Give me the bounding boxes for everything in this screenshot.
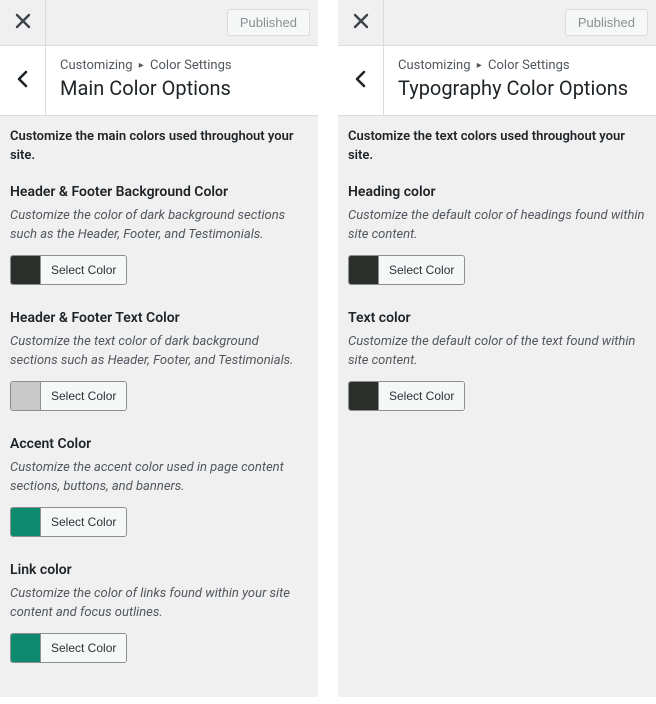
color-swatch	[11, 256, 41, 284]
color-picker[interactable]: Select Color	[10, 255, 127, 285]
header-text: Customizing ▸ Color Settings Typography …	[384, 46, 656, 115]
close-icon	[353, 13, 369, 33]
panel-content: Customize the text colors used throughou…	[338, 116, 656, 452]
control-description: Customize the color of dark background s…	[10, 206, 308, 245]
color-swatch	[349, 256, 379, 284]
close-icon	[15, 13, 31, 33]
select-color-button[interactable]: Select Color	[41, 256, 126, 284]
close-button[interactable]	[338, 0, 384, 46]
control-label: Header & Footer Background Color	[10, 184, 308, 200]
control-label: Link color	[10, 562, 308, 578]
customizer-panel-main-colors: Published Customizing ▸ Color Settings M…	[0, 0, 318, 697]
panel-content: Customize the main colors used throughou…	[0, 116, 318, 704]
control-header-footer-bg: Header & Footer Background Color Customi…	[10, 184, 308, 288]
color-picker[interactable]: Select Color	[10, 381, 127, 411]
control-description: Customize the accent color used in page …	[10, 458, 308, 497]
section-header: Customizing ▸ Color Settings Typography …	[338, 46, 656, 116]
back-button[interactable]	[0, 46, 46, 115]
close-button[interactable]	[0, 0, 46, 46]
color-picker[interactable]: Select Color	[348, 255, 465, 285]
published-button[interactable]: Published	[227, 9, 310, 36]
intro-text: Customize the main colors used throughou…	[10, 128, 308, 166]
control-label: Header & Footer Text Color	[10, 310, 308, 326]
select-color-button[interactable]: Select Color	[41, 382, 126, 410]
color-picker[interactable]: Select Color	[10, 507, 127, 537]
control-description: Customize the default color of headings …	[348, 206, 646, 245]
color-picker[interactable]: Select Color	[10, 633, 127, 663]
control-accent-color: Accent Color Customize the accent color …	[10, 436, 308, 540]
chevron-left-icon	[353, 70, 369, 92]
control-label: Heading color	[348, 184, 646, 200]
intro-text: Customize the text colors used throughou…	[348, 128, 646, 166]
control-description: Customize the color of links found withi…	[10, 584, 308, 623]
color-swatch	[11, 508, 41, 536]
published-button[interactable]: Published	[565, 9, 648, 36]
color-swatch	[349, 382, 379, 410]
breadcrumb-prefix: Customizing	[60, 58, 133, 73]
control-text-color: Text color Customize the default color o…	[348, 310, 646, 414]
back-button[interactable]	[338, 46, 384, 115]
breadcrumb-prefix: Customizing	[398, 58, 471, 73]
customizer-panel-typography-colors: Published Customizing ▸ Color Settings T…	[338, 0, 656, 697]
select-color-button[interactable]: Select Color	[41, 508, 126, 536]
control-label: Accent Color	[10, 436, 308, 452]
page-title: Main Color Options	[60, 75, 304, 101]
header-text: Customizing ▸ Color Settings Main Color …	[46, 46, 318, 115]
breadcrumb: Customizing ▸ Color Settings	[60, 58, 304, 73]
control-link-color: Link color Customize the color of links …	[10, 562, 308, 666]
control-heading-color: Heading color Customize the default colo…	[348, 184, 646, 288]
color-swatch	[11, 382, 41, 410]
breadcrumb-separator-icon: ▸	[477, 60, 482, 71]
topbar: Published	[338, 0, 656, 46]
control-description: Customize the default color of the text …	[348, 332, 646, 371]
breadcrumb: Customizing ▸ Color Settings	[398, 58, 642, 73]
breadcrumb-section: Color Settings	[488, 58, 570, 73]
section-header: Customizing ▸ Color Settings Main Color …	[0, 46, 318, 116]
select-color-button[interactable]: Select Color	[41, 634, 126, 662]
breadcrumb-section: Color Settings	[150, 58, 232, 73]
color-swatch	[11, 634, 41, 662]
color-picker[interactable]: Select Color	[348, 381, 465, 411]
breadcrumb-separator-icon: ▸	[139, 60, 144, 71]
topbar: Published	[0, 0, 318, 46]
select-color-button[interactable]: Select Color	[379, 382, 464, 410]
chevron-left-icon	[15, 70, 31, 92]
control-header-footer-text: Header & Footer Text Color Customize the…	[10, 310, 308, 414]
control-label: Text color	[348, 310, 646, 326]
select-color-button[interactable]: Select Color	[379, 256, 464, 284]
page-title: Typography Color Options	[398, 75, 642, 101]
control-description: Customize the text color of dark backgro…	[10, 332, 308, 371]
